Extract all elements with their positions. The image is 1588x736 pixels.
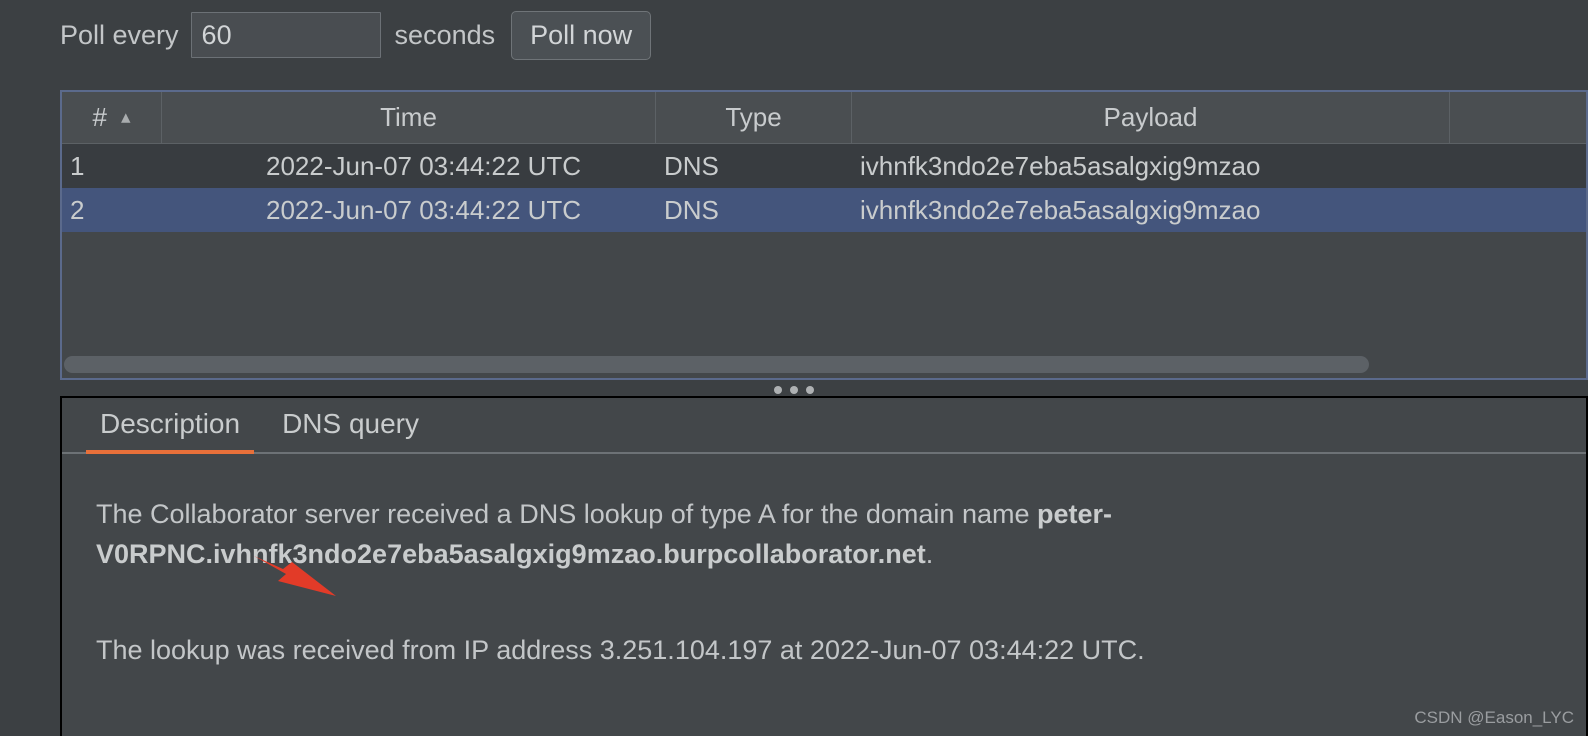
seconds-label: seconds [394, 19, 496, 50]
grip-dot-icon [774, 386, 782, 394]
column-header-number[interactable]: # ▴ [62, 92, 162, 143]
table-row[interactable]: 1 2022-Jun-07 03:44:22 UTC DNS ivhnfk3nd… [62, 144, 1586, 188]
description-prefix-text: The Collaborator server received a DNS l… [96, 499, 1037, 529]
column-header-time-label: Time [380, 102, 437, 132]
cell-number: 2 [70, 194, 85, 225]
tab-description[interactable]: Description [86, 408, 255, 454]
column-header-type[interactable]: Type [656, 92, 852, 143]
table-row[interactable]: 2 2022-Jun-07 03:44:22 UTC DNS ivhnfk3nd… [62, 188, 1586, 232]
column-header-payload[interactable]: Payload [852, 92, 1450, 143]
cell-type: DNS [664, 150, 719, 181]
table-horizontal-scrollbar[interactable] [62, 352, 1586, 378]
table-header-row: # ▴ Time Type Payload [62, 92, 1586, 144]
description-suffix-text: . [925, 539, 934, 569]
detail-tab-strip: Description DNS query [62, 398, 1586, 454]
poll-toolbar: Poll every seconds Poll now [0, 0, 1588, 70]
cell-payload: ivhnfk3ndo2e7eba5asalgxig9mzao [860, 150, 1261, 181]
grip-dot-icon [806, 386, 814, 394]
chevron-up-icon: ▴ [120, 107, 131, 128]
column-header-number-label: # [92, 102, 107, 132]
column-header-extra[interactable] [1450, 92, 1586, 143]
poll-now-button[interactable]: Poll now [511, 10, 652, 60]
tab-dns-query[interactable]: DNS query [268, 408, 433, 454]
cell-time: 2022-Jun-07 03:44:22 UTC [266, 150, 582, 181]
cell-type: DNS [664, 194, 719, 225]
poll-every-label: Poll every [60, 19, 179, 50]
cell-time: 2022-Jun-07 03:44:22 UTC [266, 194, 582, 225]
cell-payload: ivhnfk3ndo2e7eba5asalgxig9mzao [860, 194, 1261, 225]
column-header-type-label: Type [725, 102, 782, 132]
cell-number: 1 [70, 150, 85, 181]
description-paragraph-2: The lookup was received from IP address … [96, 635, 1145, 665]
column-header-time[interactable]: Time [162, 92, 656, 143]
description-paragraph-1: The Collaborator server received a DNS l… [96, 494, 1516, 574]
grip-dot-icon [790, 386, 798, 394]
detail-panel: Description DNS query The Collaborator s… [60, 396, 1588, 736]
watermark-text: CSDN @Eason_LYC [1414, 708, 1574, 727]
table-empty-area [62, 232, 1586, 342]
detail-body: The Collaborator server received a DNS l… [62, 454, 1586, 670]
scrollbar-thumb[interactable] [64, 356, 1369, 373]
poll-interval-input[interactable] [190, 12, 381, 58]
interactions-table[interactable]: # ▴ Time Type Payload 1 2022-Jun-07 03:4… [60, 90, 1588, 380]
column-header-payload-label: Payload [1103, 102, 1198, 132]
